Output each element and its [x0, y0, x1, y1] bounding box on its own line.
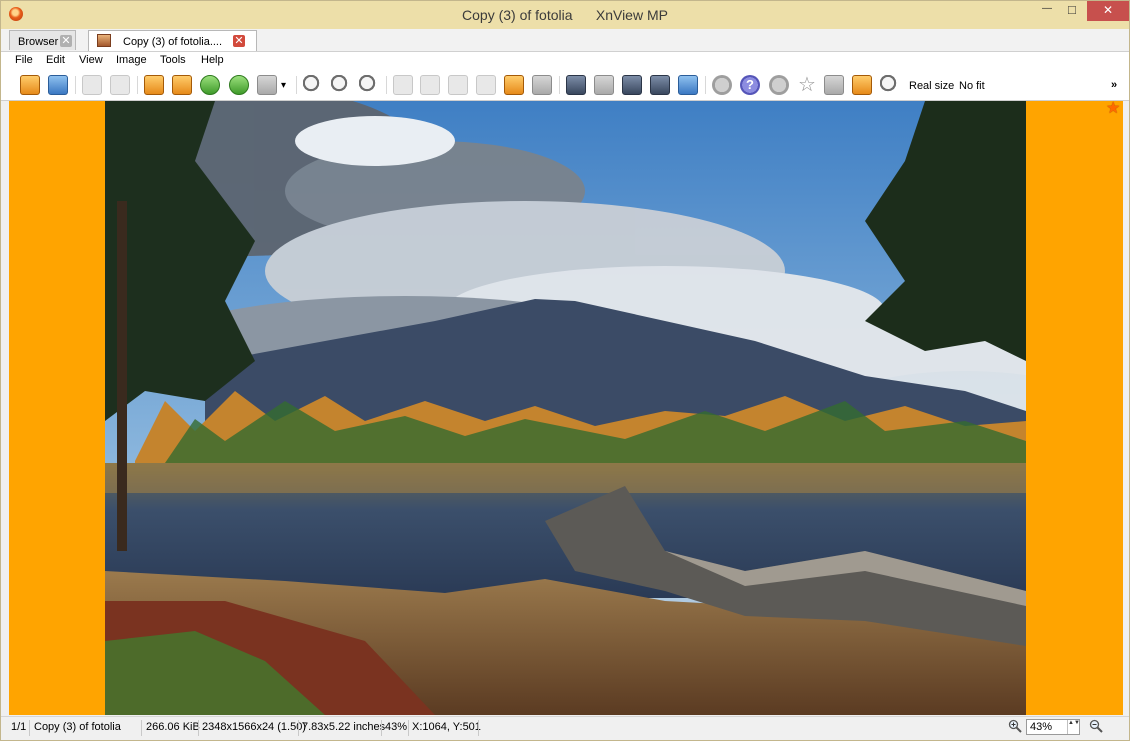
maximize-button[interactable]: □: [1060, 1, 1086, 21]
toolbar-separator: [705, 76, 706, 94]
no-fit-button[interactable]: No fit: [959, 80, 985, 92]
toolbar-separator: [137, 76, 138, 94]
crop-icon[interactable]: [144, 75, 164, 95]
tab-browser-label: Browser: [18, 36, 59, 48]
save-icon[interactable]: [48, 75, 68, 95]
maximize-icon: □: [1068, 2, 1076, 17]
file-size: 266.06 KiB: [146, 721, 200, 733]
toolbar-separator: [559, 76, 560, 94]
zoom-input-value: 43%: [1030, 721, 1053, 733]
redo-icon[interactable]: [110, 75, 130, 95]
tab-image[interactable]: Copy (3) of fotolia.... ✕: [88, 30, 257, 51]
status-separator: [29, 720, 30, 736]
zoom-input[interactable]: 43% ▲▼: [1026, 719, 1080, 735]
rotate-right-icon[interactable]: [229, 75, 249, 95]
zoom-readout: 43%: [385, 721, 408, 733]
cursor-coordinates: X:1064, Y:501: [412, 721, 481, 733]
tab-browser-close-icon[interactable]: ✕: [60, 35, 72, 47]
undo-icon[interactable]: [82, 75, 102, 95]
title-bar: Copy (3) of fotolia XnView MP — □ ✕: [1, 1, 1129, 29]
tab-browser[interactable]: Browser ✕: [9, 30, 76, 50]
status-separator: [478, 720, 479, 736]
compare-icon[interactable]: [532, 75, 552, 95]
menu-file[interactable]: File: [15, 54, 33, 66]
tab-image-close-icon[interactable]: ✕: [233, 35, 245, 47]
help-icon[interactable]: ?: [740, 75, 760, 95]
print-size: 7.83x5.22 inches: [302, 721, 386, 733]
image-dimensions: 2348x1566x24 (1.50): [202, 721, 306, 733]
menu-tools[interactable]: Tools: [160, 54, 186, 66]
window-title-document: Copy (3) of fotolia: [462, 7, 573, 23]
settings-gear-icon[interactable]: [712, 75, 732, 95]
scan-icon[interactable]: [650, 75, 670, 95]
image-viewer[interactable]: ★: [9, 101, 1123, 715]
status-separator: [408, 720, 409, 736]
browser-icon[interactable]: [20, 75, 40, 95]
toolbar-separator: [386, 76, 387, 94]
minimize-icon: —: [1042, 3, 1052, 14]
zoom-fit-icon[interactable]: [331, 75, 351, 95]
capture-icon[interactable]: [678, 75, 698, 95]
window-title-app: XnView MP: [595, 7, 668, 23]
toolbar-overflow-icon[interactable]: »: [1111, 79, 1117, 91]
last-image-icon[interactable]: [476, 75, 496, 95]
email-icon[interactable]: [852, 75, 872, 95]
image-index: 1/1: [11, 721, 27, 733]
fullscreen-icon[interactable]: [566, 75, 586, 95]
document-tab-bar: Browser ✕ Copy (3) of fotolia.... ✕: [1, 29, 1129, 52]
status-separator: [198, 720, 199, 736]
toolbar-separator: [75, 76, 76, 94]
menu-bar: File Edit View Image Tools Help: [1, 52, 1129, 70]
image-thumbnail-icon: [97, 34, 111, 47]
status-zoom-out-icon[interactable]: [1089, 719, 1103, 733]
slideshow-icon[interactable]: [504, 75, 524, 95]
next-image-icon[interactable]: [420, 75, 440, 95]
adjust-dropdown-icon[interactable]: ▾: [281, 80, 286, 91]
resize-icon[interactable]: [172, 75, 192, 95]
zoom-spinner-icon[interactable]: ▲▼: [1067, 720, 1080, 734]
status-separator: [298, 720, 299, 736]
rotate-left-icon[interactable]: [200, 75, 220, 95]
zoom-out-icon[interactable]: [359, 75, 379, 95]
properties-icon[interactable]: [824, 75, 844, 95]
color-label-icon[interactable]: [769, 75, 789, 95]
status-separator: [381, 720, 382, 736]
tab-image-label: Copy (3) of fotolia....: [123, 36, 223, 48]
window-title: Copy (3) of fotolia XnView MP: [1, 7, 1129, 23]
toolbar-separator: [296, 76, 297, 94]
zoom-in-icon[interactable]: [303, 75, 323, 95]
app-window: Copy (3) of fotolia XnView MP — □ ✕ Brow…: [0, 0, 1130, 741]
search-icon[interactable]: [880, 75, 900, 95]
print-icon[interactable]: [622, 75, 642, 95]
menu-help[interactable]: Help: [201, 54, 224, 66]
status-separator: [141, 720, 142, 736]
adjust-colors-icon[interactable]: [257, 75, 277, 95]
status-zoom-in-icon[interactable]: [1008, 719, 1022, 733]
first-image-icon[interactable]: [448, 75, 468, 95]
previous-image-icon[interactable]: [393, 75, 413, 95]
menu-view[interactable]: View: [79, 54, 103, 66]
close-button[interactable]: ✕: [1087, 1, 1129, 21]
menu-edit[interactable]: Edit: [46, 54, 65, 66]
favorite-star-icon[interactable]: ★: [1106, 101, 1120, 117]
menu-image[interactable]: Image: [116, 54, 147, 66]
status-bar: 1/1 Copy (3) of fotolia 266.06 KiB 2348x…: [1, 716, 1129, 740]
rating-star-icon[interactable]: ☆: [797, 75, 817, 95]
edit-text-icon[interactable]: [594, 75, 614, 95]
close-icon: ✕: [1103, 3, 1114, 17]
landscape-photo: [105, 101, 1026, 715]
toolbar: ▾ ? ☆ Real size No fit »: [1, 70, 1129, 101]
minimize-button[interactable]: —: [1034, 1, 1060, 21]
status-filename: Copy (3) of fotolia: [34, 721, 121, 733]
real-size-button[interactable]: Real size: [909, 80, 954, 92]
